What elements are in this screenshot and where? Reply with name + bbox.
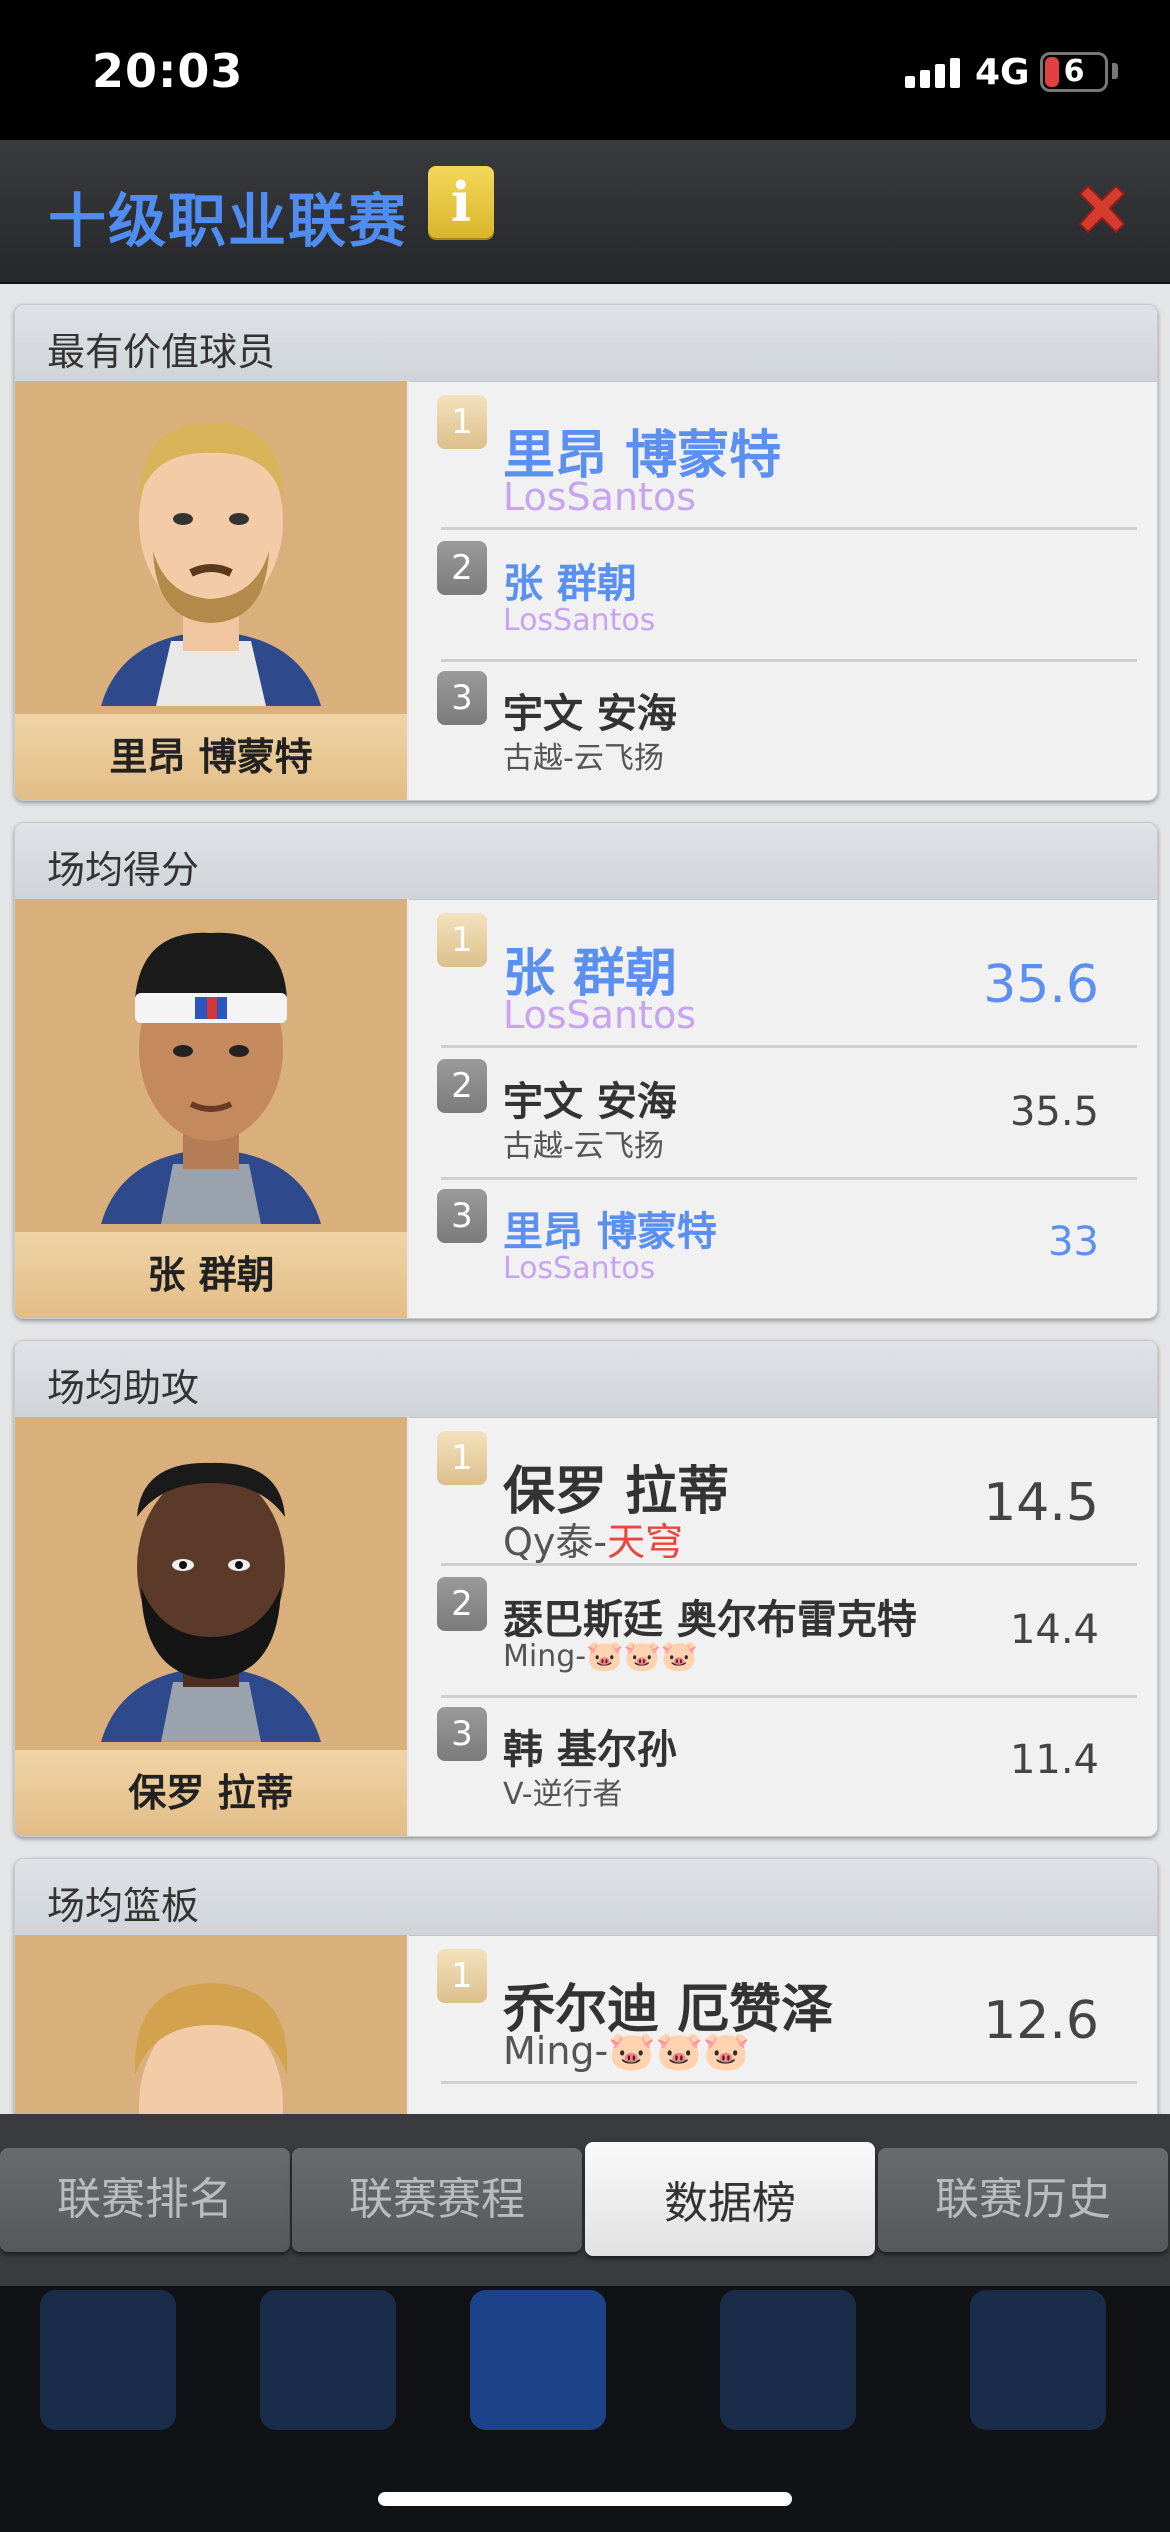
tab-league-history[interactable]: 联赛历史 bbox=[878, 2148, 1168, 2252]
stat-value: 35.5 bbox=[1009, 1089, 1099, 1135]
player-avatar bbox=[101, 1462, 321, 1742]
home-indicator[interactable] bbox=[378, 2492, 792, 2506]
rank-badge: 3 bbox=[437, 1189, 487, 1243]
player-avatar bbox=[101, 422, 321, 706]
battery-level: 6 bbox=[1063, 54, 1085, 89]
team-name: Qy泰-天穹 bbox=[503, 1511, 683, 1566]
stat-value: 33 bbox=[1048, 1219, 1099, 1265]
card-assists: 场均助攻 保罗 拉蒂 1 保罗 拉蒂 Qy泰-天穹 14.5 2 瑟巴斯廷 奥尔… bbox=[14, 1340, 1158, 1837]
tab-bar: 联赛排名 联赛赛程 数据榜 联赛历史 bbox=[0, 2114, 1170, 2286]
card-header: 场均得分 bbox=[15, 823, 1157, 900]
team-name: LosSantos bbox=[503, 603, 656, 638]
nav-ghost-icon bbox=[720, 2290, 856, 2430]
stat-value: 35.6 bbox=[983, 955, 1099, 1015]
row-divider bbox=[441, 659, 1137, 662]
tab-stats-leaders[interactable]: 数据榜 bbox=[585, 2142, 875, 2256]
team-name: LosSantos bbox=[503, 1251, 656, 1286]
rank-badge: 1 bbox=[437, 913, 487, 967]
rank-badge: 2 bbox=[437, 1059, 487, 1113]
row-divider bbox=[441, 1563, 1137, 1566]
rank-badge: 1 bbox=[437, 395, 487, 449]
rank-badge: 2 bbox=[437, 541, 487, 595]
player-name: 宇文 安海 bbox=[503, 691, 677, 737]
row-divider bbox=[441, 527, 1137, 530]
status-bar: 20:03 4G 6 bbox=[0, 0, 1170, 140]
player-avatar bbox=[101, 932, 321, 1224]
card-points: 场均得分 张 群朝 1 张 群朝 LosSantos 35.6 2 宇文 安海 … bbox=[14, 822, 1158, 1319]
battery-icon: 6 bbox=[1040, 52, 1108, 92]
player-name: 瑟巴斯廷 奥尔布雷克特 bbox=[503, 1597, 917, 1643]
team-highlight: 天穹 bbox=[607, 1520, 684, 1564]
card-title: 场均助攻 bbox=[47, 1366, 200, 1410]
card-mvp: 最有价值球员 里昂 博蒙特 1 里昂 博蒙特 LosSantos 2 张 群朝 … bbox=[14, 304, 1158, 801]
team-name: V-逆行者 bbox=[503, 1777, 623, 1812]
player-portrait[interactable]: 保罗 拉蒂 bbox=[15, 1417, 409, 1836]
team-name: 古越-云飞扬 bbox=[503, 1129, 664, 1164]
rank-badge: 1 bbox=[437, 1949, 487, 2003]
card-title: 最有价值球员 bbox=[47, 330, 276, 374]
card-rebounds: 场均篮板 1 乔尔迪 厄赞泽 Ming-🐷🐷🐷 12.6 bbox=[14, 1858, 1158, 2114]
network-type: 4G bbox=[975, 52, 1030, 93]
card-title: 场均得分 bbox=[47, 848, 200, 892]
team-name: Ming-🐷🐷🐷 bbox=[503, 2029, 751, 2073]
nav-ghost-icon bbox=[40, 2290, 176, 2430]
card-header: 场均助攻 bbox=[15, 1341, 1157, 1418]
page-title: 十级职业联赛 bbox=[48, 187, 409, 255]
stat-value: 14.4 bbox=[1009, 1607, 1099, 1653]
team-name: LosSantos bbox=[503, 475, 696, 519]
player-portrait[interactable]: 张 群朝 bbox=[15, 899, 409, 1318]
tab-league-schedule[interactable]: 联赛赛程 bbox=[292, 2148, 582, 2252]
leaderboard-content[interactable]: 最有价值球员 里昂 博蒙特 1 里昂 博蒙特 LosSantos 2 张 群朝 … bbox=[0, 284, 1170, 2114]
league-header: 十级职业联赛 i bbox=[0, 140, 1170, 284]
stat-value: 11.4 bbox=[1009, 1737, 1099, 1783]
battery-tip bbox=[1112, 63, 1118, 79]
player-name: 里昂 博蒙特 bbox=[503, 1209, 717, 1255]
nav-ghost-icon bbox=[260, 2290, 396, 2430]
player-name: 韩 基尔孙 bbox=[503, 1727, 677, 1773]
player-portrait[interactable]: 里昂 博蒙特 bbox=[15, 381, 409, 800]
rank-badge: 3 bbox=[437, 671, 487, 725]
info-icon[interactable]: i bbox=[428, 166, 494, 238]
nav-ghost-icon bbox=[470, 2290, 606, 2430]
row-divider bbox=[441, 1045, 1137, 1048]
row-divider bbox=[441, 1695, 1137, 1698]
featured-player-name: 张 群朝 bbox=[15, 1232, 407, 1318]
player-avatar bbox=[134, 1983, 288, 2114]
row-divider bbox=[441, 1177, 1137, 1180]
status-time: 20:03 bbox=[92, 44, 244, 98]
signal-icon bbox=[905, 58, 965, 88]
card-title: 场均篮板 bbox=[47, 1884, 200, 1928]
card-header: 最有价值球员 bbox=[15, 305, 1157, 382]
close-icon[interactable] bbox=[1070, 180, 1134, 244]
row-divider bbox=[441, 2081, 1137, 2084]
stat-value: 14.5 bbox=[983, 1473, 1099, 1533]
featured-player-name: 里昂 博蒙特 bbox=[15, 714, 407, 800]
featured-player-name: 保罗 拉蒂 bbox=[15, 1750, 407, 1836]
team-name: Ming-🐷🐷🐷 bbox=[503, 1639, 699, 1674]
player-name: 张 群朝 bbox=[503, 561, 637, 607]
team-prefix: Qy泰- bbox=[503, 1520, 608, 1564]
rank-badge: 1 bbox=[437, 1431, 487, 1485]
team-name: 古越-云飞扬 bbox=[503, 741, 664, 776]
player-portrait[interactable] bbox=[15, 1935, 409, 2114]
stat-value: 12.6 bbox=[983, 1991, 1099, 2051]
rank-badge: 3 bbox=[437, 1707, 487, 1761]
team-name: LosSantos bbox=[503, 993, 696, 1037]
tab-league-ranking[interactable]: 联赛排名 bbox=[0, 2148, 290, 2252]
rank-badge: 2 bbox=[437, 1577, 487, 1631]
card-header: 场均篮板 bbox=[15, 1859, 1157, 1936]
player-name: 宇文 安海 bbox=[503, 1079, 677, 1125]
nav-ghost-icon bbox=[970, 2290, 1106, 2430]
